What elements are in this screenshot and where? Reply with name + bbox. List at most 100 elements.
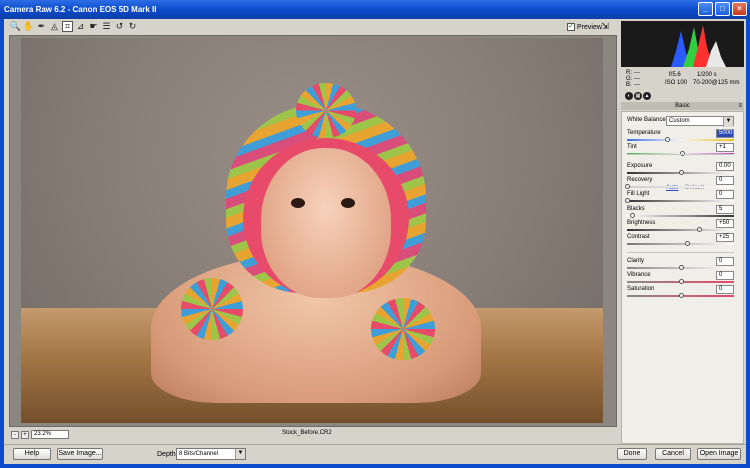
white-balance-select[interactable]: Custom ▼: [666, 116, 734, 127]
saturation-label: Saturation: [627, 286, 655, 292]
clarity-slider[interactable]: [627, 265, 734, 270]
photo-top-pompom: [296, 83, 356, 138]
zoom-in-button[interactable]: +: [21, 430, 29, 439]
preview-label: Preview: [577, 23, 602, 31]
rotate-right-icon[interactable]: ↻: [127, 21, 138, 32]
temperature-field[interactable]: 5000: [716, 129, 734, 138]
photo-right-eye: [341, 198, 355, 208]
vibrance-slider-thumb[interactable]: [678, 279, 684, 284]
crop-tool-icon[interactable]: ⌗: [62, 21, 73, 32]
contrast-slider[interactable]: [627, 241, 734, 246]
depth-label: Depth:: [157, 451, 178, 458]
shutter-value: 1/200 s: [697, 72, 717, 78]
temperature-slider-thumb[interactable]: [664, 137, 670, 142]
vibrance-label: Vibrance: [627, 272, 651, 278]
photo-baby-face: [261, 148, 391, 298]
blacks-slider-thumb[interactable]: [630, 213, 636, 218]
panel-menu-icon[interactable]: ≡: [738, 102, 742, 110]
depth-value: 8 Bits/Channel: [179, 451, 219, 457]
fill-light-label: Fill Light: [627, 191, 650, 197]
window-title: Camera Raw 6.2 - Canon EOS 5D Mark II: [4, 5, 157, 14]
straighten-tool-icon[interactable]: ⊿: [75, 21, 86, 32]
brightness-field[interactable]: +50: [716, 219, 734, 228]
help-button[interactable]: Help: [13, 448, 51, 460]
exposure-slider[interactable]: [627, 170, 734, 175]
saturation-field[interactable]: 0: [716, 285, 734, 294]
brightness-slider[interactable]: [627, 227, 734, 232]
detail-tab-icon[interactable]: ▲: [643, 92, 651, 100]
image-canvas[interactable]: [9, 35, 617, 427]
done-button[interactable]: Done: [617, 448, 647, 460]
contrast-field[interactable]: +25: [716, 233, 734, 242]
exposure-field[interactable]: 0.00: [716, 162, 734, 171]
fullscreen-icon[interactable]: ⇲: [600, 21, 610, 32]
info-readout: R: --- G: --- B: --- f/5.6 1/200 s ISO 1…: [621, 69, 744, 90]
zoom-out-button[interactable]: -: [11, 430, 19, 439]
section-divider: [627, 154, 734, 155]
hand-tool-icon[interactable]: ✋: [23, 21, 34, 32]
clarity-slider-thumb[interactable]: [678, 265, 684, 270]
save-image-button[interactable]: Save Image...: [57, 448, 103, 460]
close-button[interactable]: ×: [732, 2, 747, 16]
temperature-slider[interactable]: [627, 137, 734, 142]
blacks-slider[interactable]: [627, 213, 734, 218]
title-bar: Camera Raw 6.2 - Canon EOS 5D Mark II _ …: [0, 0, 750, 19]
recovery-field[interactable]: 0: [716, 176, 734, 185]
zoom-level-select[interactable]: 23.2%: [31, 430, 69, 439]
recovery-label: Recovery: [627, 177, 653, 183]
spot-removal-tool-icon[interactable]: ☛: [88, 21, 99, 32]
color-sampler-tool-icon[interactable]: ◬: [49, 21, 60, 32]
saturation-slider[interactable]: [627, 293, 734, 298]
recovery-slider-thumb[interactable]: [625, 184, 630, 189]
tone-curve-tab-icon[interactable]: ▦: [634, 92, 642, 100]
fill-light-slider-thumb[interactable]: [625, 198, 630, 203]
section-divider: [627, 252, 734, 253]
white-balance-label: White Balance:: [627, 117, 668, 123]
open-image-button[interactable]: Open Image: [697, 448, 741, 460]
preview-toggle[interactable]: ✓ Preview: [567, 23, 602, 31]
fill-light-field[interactable]: 0: [716, 190, 734, 199]
basic-controls: White Balance: Custom ▼ Auto Default Tem…: [621, 111, 744, 444]
maximize-button[interactable]: □: [715, 2, 730, 16]
exposure-label: Exposure: [627, 163, 653, 169]
fill-light-slider[interactable]: [625, 198, 734, 203]
clarity-field[interactable]: 0: [716, 257, 734, 266]
section-title: Basic: [675, 103, 690, 109]
preferences-tool-icon[interactable]: ☰: [101, 21, 112, 32]
panel-tabs: ◐ ▦ ▲: [621, 92, 744, 101]
vibrance-slider[interactable]: [627, 279, 734, 284]
histogram-graph: [671, 25, 726, 67]
brightness-slider-thumb[interactable]: [696, 227, 702, 232]
b-label: B:: [626, 82, 632, 88]
basic-tab-icon[interactable]: ◐: [625, 92, 633, 100]
brightness-label: Brightness: [627, 220, 656, 226]
vibrance-field[interactable]: 0: [716, 271, 734, 280]
photo-left-eye: [291, 198, 305, 208]
clarity-label: Clarity: [627, 258, 645, 264]
white-balance-value: Custom: [669, 118, 690, 124]
bottom-bar: Help Save Image... Depth: 8 Bits/Channel…: [4, 444, 746, 464]
lens-value: 70-200@125 mm: [693, 80, 740, 86]
rotate-left-icon[interactable]: ↺: [114, 21, 125, 32]
recovery-slider[interactable]: [625, 184, 734, 189]
photo-preview: [21, 38, 603, 423]
status-bar: - + 23.2% Stock_Before.CR2: [9, 429, 617, 440]
chevron-down-icon: ▼: [235, 449, 245, 459]
adjustment-panel: R: --- G: --- B: --- f/5.6 1/200 s ISO 1…: [619, 19, 746, 444]
depth-select[interactable]: 8 Bits/Channel ▼: [176, 448, 246, 460]
b-value: ---: [634, 82, 640, 88]
toolbar: 🔍 ✋ ✒ ◬ ⌗ ⊿ ☛ ☰ ↺ ↻: [10, 21, 138, 32]
contrast-slider-thumb[interactable]: [684, 241, 690, 246]
zoom-tool-icon[interactable]: 🔍: [10, 21, 21, 32]
white-balance-tool-icon[interactable]: ✒: [36, 21, 47, 32]
tint-field[interactable]: +1: [716, 143, 734, 152]
preview-checkbox[interactable]: ✓: [567, 23, 575, 31]
saturation-slider-thumb[interactable]: [678, 293, 684, 298]
histogram: [621, 21, 744, 67]
blacks-field[interactable]: 5: [716, 205, 734, 214]
temperature-label: Temperature: [627, 130, 661, 136]
exposure-slider-thumb[interactable]: [678, 170, 684, 175]
cancel-button[interactable]: Cancel: [655, 448, 691, 460]
aperture-value: f/5.6: [669, 72, 681, 78]
minimize-button[interactable]: _: [698, 2, 713, 16]
